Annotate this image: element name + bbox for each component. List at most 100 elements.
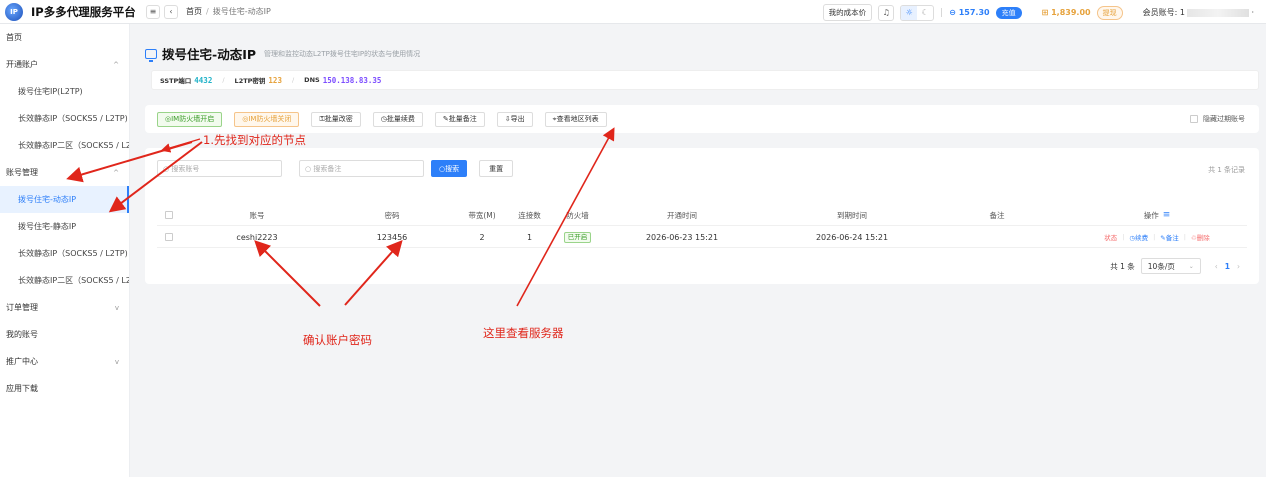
action-toolbar: ◎IM防火墙开启 ◎IM防火墙关闭 ⚿批量改密 ◷批量续费 ✎批量备注 ⇩导出 ⌖查看地区列… [145, 105, 1259, 133]
cell-password: 123456 [376, 232, 408, 242]
recharge-button[interactable]: 充值 [995, 6, 1022, 19]
accounts-table: 账号 密码 带宽(M) 连接数 防火墙 开通时间 到期时间 备注 操作 ≡ ces… [157, 204, 1247, 248]
cost-price-button[interactable]: 我的成本价 [822, 4, 873, 21]
region-list-button[interactable]: ⌖查看地区列表 [544, 111, 607, 127]
sidebar-item[interactable]: 长效静态IP（SOCKS5 / L2TP) [0, 105, 129, 132]
sidebar-item[interactable]: 开通账户 ^ [0, 51, 129, 78]
sidebar-item[interactable]: 拨号住宅IP(L2TP) [0, 78, 129, 105]
sidebar-item[interactable]: 账号管理 ^ [0, 159, 129, 186]
back-arrow-icon[interactable]: ‹ [164, 4, 178, 19]
theme-switch[interactable]: ☼ ☾ [900, 4, 935, 21]
batch-renew-button[interactable]: ◷批量续费 [372, 111, 423, 127]
renew-link[interactable]: ◷续费 [1129, 232, 1148, 242]
breadcrumb: 首页 / 拨号住宅-动态IP [186, 7, 271, 16]
delete-link[interactable]: ♲删除 [1191, 232, 1210, 242]
page-description: 管理和监控动态L2TP拨号住宅IP的状态与使用情况 [264, 49, 421, 58]
hide-expired-toggle[interactable]: 隐藏过期账号 [1190, 114, 1245, 124]
sidebar-item-label: 拨号住宅-静态IP [18, 222, 77, 231]
row-checkbox[interactable] [163, 226, 175, 248]
sidebar-item-label: 拨号住宅IP(L2TP) [18, 87, 83, 96]
header-actions: 我的成本价 ♫ ☼ ☾ | ⊖ 157.30 充值 ⊞ 1,839.00 提现 会… [822, 4, 1254, 21]
col-note: 备注 [989, 210, 1005, 220]
l2tp-label: L2TP密钥 [234, 77, 266, 85]
checkbox[interactable] [1190, 115, 1198, 123]
firewall-close-button[interactable]: ◎IM防火墙关闭 [234, 111, 300, 127]
annotation-step1: 1.先找到对应的节点 [203, 133, 306, 147]
search-icon: ○ [305, 164, 314, 173]
page-title: 拨号住宅-动态IP [162, 47, 257, 62]
pager-total: 共 1 条 [1110, 261, 1135, 271]
reset-button[interactable]: 重置 [479, 160, 514, 177]
column-settings-icon[interactable]: ≡ [1163, 210, 1171, 220]
bell-icon[interactable]: ♫ [878, 4, 895, 21]
connection-info: SSTP端口 4432 / L2TP密钥 123 / DNS 150.138.83.3… [151, 70, 1259, 90]
page-size-select[interactable]: 10条/页 ⌄ [1140, 258, 1201, 274]
export-button[interactable]: ⇩导出 [496, 111, 533, 127]
cell-open-time: 2026-06-23 15:21 [645, 232, 719, 242]
sidebar-item[interactable]: 长效静态IP二区（SOCKS5 / L2TP) [0, 132, 129, 159]
l2tp-value: 123 [268, 75, 282, 85]
sidebar-item[interactable]: 我的账号 [0, 321, 129, 348]
note-search-input[interactable]: ○ 搜索备注 [299, 160, 424, 177]
chevron-down-icon: v [114, 303, 119, 312]
search-icon: ○ [163, 164, 172, 173]
batch-note-button[interactable]: ✎批量备注 [434, 111, 485, 127]
cell-firewall: 已开启 [555, 226, 600, 248]
col-open-time: 开通时间 [667, 210, 697, 220]
logo-icon: IP [5, 2, 23, 21]
page-number[interactable]: 1 [1225, 262, 1230, 271]
account-search-input[interactable]: ○ 搜索账号 [157, 160, 282, 177]
search-button[interactable]: ○ 搜索 [431, 160, 468, 177]
sidebar-item-label: 我的账号 [6, 330, 38, 339]
brand-name: IP多多代理服务平台 [31, 4, 136, 19]
sidebar-item[interactable]: 长效静态IP二区（SOCKS5 / L2TP) [0, 267, 129, 294]
withdraw-button[interactable]: 提现 [1096, 5, 1123, 20]
monitor-icon [145, 48, 157, 62]
page-title-row: 拨号住宅-动态IP 管理和监控动态L2TP拨号住宅IP的状态与使用情况 [145, 44, 420, 63]
brand-area[interactable]: IP IP多多代理服务平台 [0, 2, 142, 21]
account-label[interactable]: 会员账号: 1 · [1143, 7, 1254, 18]
next-page-icon[interactable]: › [1237, 262, 1240, 271]
batch-password-button[interactable]: ⚿批量改密 [311, 111, 361, 127]
dns-value: 150.138.83.35 [322, 75, 382, 85]
sidebar-item-label: 订单管理 [6, 303, 38, 312]
col-connections: 连接数 [518, 210, 541, 220]
sidebar: 首页 开通账户 ^ 拨号住宅IP(L2TP) 长效静态IP（SOCKS5 / L2TP)… [0, 24, 130, 477]
menu-toggle-icon[interactable]: ≡ [146, 4, 160, 19]
sidebar-item-label: 开通账户 [6, 60, 38, 69]
sidebar-item[interactable]: 应用下载 [0, 375, 129, 402]
sidebar-item[interactable]: 拨号住宅-动态IP [0, 186, 129, 213]
search-row: ○ 搜索账号 ○ 搜索备注 ○ 搜索 重置 [157, 160, 514, 177]
sidebar-item[interactable]: 拨号住宅-静态IP [0, 213, 129, 240]
cell-actions: 状态 | ◷续费 | ✎备注 | ♲删除 [1104, 232, 1210, 242]
col-firewall: 防火墙 [566, 210, 589, 220]
breadcrumb-home[interactable]: 首页 [186, 7, 202, 16]
sidebar-item-label: 长效静态IP二区（SOCKS5 / L2TP) [18, 276, 129, 285]
accounts-card: ○ 搜索账号 ○ 搜索备注 ○ 搜索 重置 共 1 条记录 账号 密码 带宽(M)… [145, 148, 1259, 284]
chevron-down-icon: v [114, 357, 119, 366]
cell-account: ceshi2223 [236, 232, 278, 242]
sidebar-item-label: 长效静态IP（SOCKS5 / L2TP) [18, 114, 128, 123]
prev-page-icon[interactable]: ‹ [1215, 262, 1218, 271]
select-all-checkbox[interactable] [163, 204, 175, 226]
chevron-up-icon: ^ [113, 168, 119, 177]
moon-icon[interactable]: ☾ [917, 6, 933, 20]
sidebar-item-label: 推广中心 [6, 357, 38, 366]
balance-value: ⊖ 157.30 [949, 8, 990, 17]
sidebar-item-label: 账号管理 [6, 168, 38, 177]
cell-expire-time: 2026-06-24 15:21 [815, 232, 889, 242]
chevron-down-icon: ⌄ [1188, 262, 1194, 270]
note-link[interactable]: ✎备注 [1160, 232, 1178, 242]
sidebar-item[interactable]: 首页 [0, 24, 129, 51]
col-bandwidth: 带宽(M) [468, 210, 496, 220]
top-header: IP IP多多代理服务平台 ≡ ‹ 首页 / 拨号住宅-动态IP 我的成本价 ♫ ☼… [0, 0, 1266, 24]
sidebar-item[interactable]: 长效静态IP（SOCKS5 / L2TP) [0, 240, 129, 267]
sidebar-item[interactable]: 推广中心 v [0, 348, 129, 375]
sidebar-item-label: 应用下载 [6, 384, 38, 393]
sun-icon[interactable]: ☼ [901, 5, 918, 20]
firewall-open-button[interactable]: ◎IM防火墙开启 [157, 111, 223, 127]
status-link[interactable]: 状态 [1104, 232, 1117, 242]
cell-bandwidth: 2 [479, 232, 485, 242]
sidebar-item[interactable]: 订单管理 v [0, 294, 129, 321]
firewall-status-badge: 已开启 [563, 231, 592, 243]
